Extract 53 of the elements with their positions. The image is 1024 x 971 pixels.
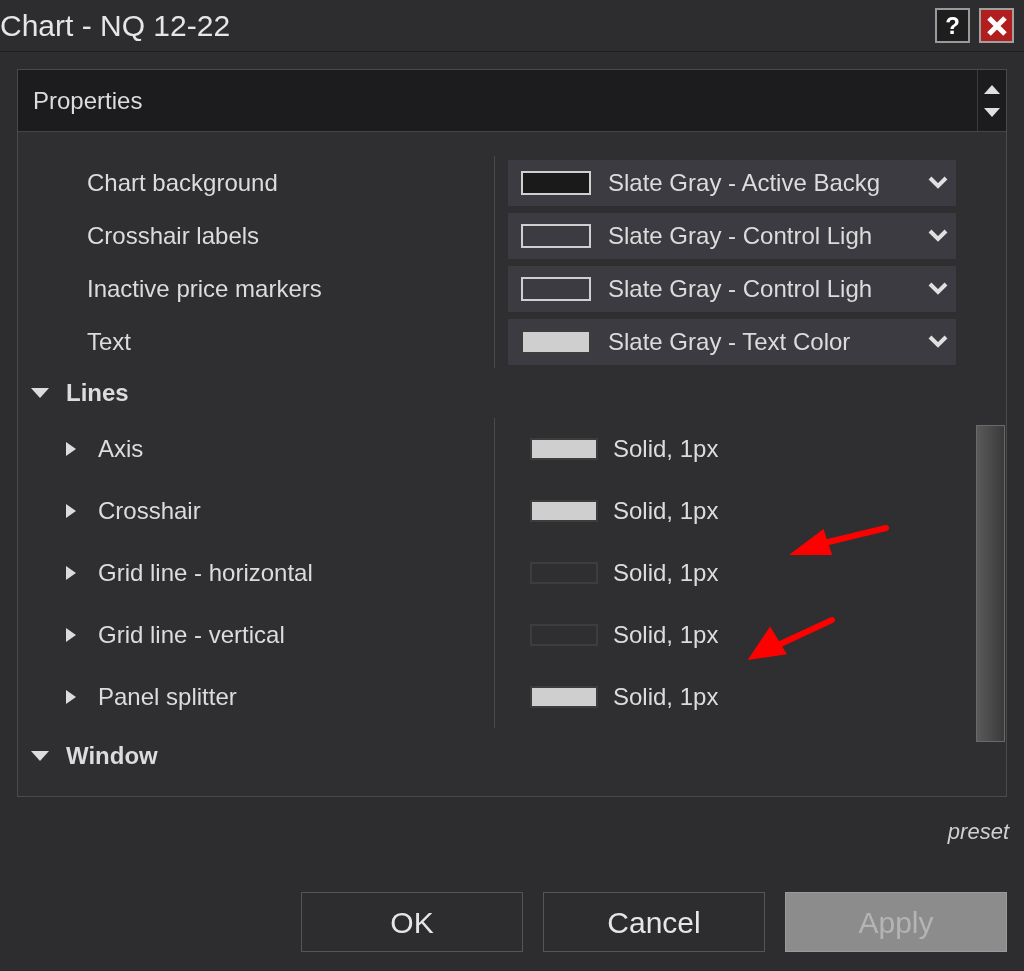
scroll-up-icon[interactable] <box>984 84 1000 94</box>
line-style-swatch <box>530 438 598 460</box>
scrollbar-thumb[interactable] <box>976 425 1005 742</box>
property-label: Grid line - horizontal <box>98 558 313 588</box>
color-swatch <box>521 223 591 248</box>
group-label[interactable]: Window <box>66 738 158 774</box>
dropdown-value: Slate Gray - Text Color <box>608 326 852 357</box>
group-label[interactable]: Lines <box>66 375 129 411</box>
color-dropdown[interactable]: Slate Gray - Control Ligh <box>508 212 956 259</box>
collapsed-triangle-icon[interactable] <box>66 566 76 580</box>
collapsed-triangle-icon[interactable] <box>66 504 76 518</box>
property-label: Chart background <box>86 167 279 198</box>
color-swatch <box>521 170 591 195</box>
collapsed-triangle-icon[interactable] <box>66 442 76 456</box>
expanded-triangle-icon[interactable] <box>31 388 49 398</box>
property-label: Grid line - vertical <box>98 620 285 650</box>
line-style-value: Solid, 1px <box>613 434 719 464</box>
color-dropdown[interactable]: Slate Gray - Text Color <box>508 318 956 365</box>
color-swatch <box>521 276 591 301</box>
property-label: Axis <box>98 434 144 464</box>
property-label: Text <box>86 326 132 357</box>
color-dropdown[interactable]: Slate Gray - Active Backg <box>508 159 956 206</box>
chevron-down-icon <box>928 176 948 189</box>
preset-label: preset <box>947 818 1009 846</box>
chevron-down-icon <box>928 335 948 348</box>
line-style-value: Solid, 1px <box>613 496 719 526</box>
color-dropdown[interactable]: Slate Gray - Control Ligh <box>508 265 956 312</box>
line-style-value: Solid, 1px <box>613 558 719 588</box>
help-button[interactable]: ? <box>935 8 970 43</box>
property-label: Crosshair labels <box>86 220 261 251</box>
line-style-value: Solid, 1px <box>613 682 719 712</box>
line-style-value: Solid, 1px <box>613 620 719 650</box>
line-style-swatch <box>530 500 598 522</box>
chevron-down-icon <box>928 229 948 242</box>
property-label: Crosshair <box>98 496 201 526</box>
dialog-button[interactable]: Cancel <box>543 892 765 952</box>
panel-title: Properties <box>32 85 144 116</box>
close-icon <box>985 14 1008 37</box>
dropdown-value: Slate Gray - Active Backg <box>608 167 882 198</box>
collapsed-triangle-icon[interactable] <box>66 628 76 642</box>
property-label: Panel splitter <box>98 682 237 712</box>
collapsed-triangle-icon[interactable] <box>66 690 76 704</box>
color-swatch <box>521 329 591 354</box>
scroll-down-icon[interactable] <box>984 107 1000 117</box>
line-style-swatch <box>530 686 598 708</box>
dialog-button[interactable]: OK <box>301 892 523 952</box>
chevron-down-icon <box>928 282 948 295</box>
window-title: Chart - NQ 12-22 <box>0 10 232 41</box>
dropdown-value: Slate Gray - Control Ligh <box>608 220 874 251</box>
close-button[interactable] <box>979 8 1014 43</box>
expanded-triangle-icon[interactable] <box>31 751 49 761</box>
dropdown-value: Slate Gray - Control Ligh <box>608 273 874 304</box>
property-label: Inactive price markers <box>86 273 323 304</box>
